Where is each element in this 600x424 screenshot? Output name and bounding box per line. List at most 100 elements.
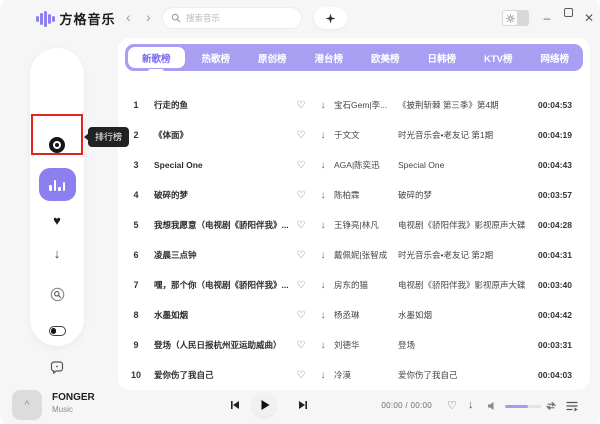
playlist-icon — [566, 400, 578, 412]
time-display: 00:00 / 00:00 — [320, 401, 432, 410]
song-artist: 王铮亮|林凡 — [334, 219, 398, 231]
song-row[interactable]: 6 凌晨三点钟 ♡ ↓ 戴佩妮|张智成 时光音乐会•老友记 第2期 00:04:… — [118, 240, 590, 270]
song-download-icon[interactable]: ↓ — [312, 340, 334, 351]
song-title: 我想我愿意（电视剧《骄阳伴我》... — [154, 219, 290, 231]
song-row[interactable]: 8 水墨如烟 ♡ ↓ 杨丞琳 水墨如烟 00:04:42 — [118, 300, 590, 330]
song-artist: AGA|陈奕迅 — [334, 159, 398, 171]
song-like-icon[interactable]: ♡ — [290, 340, 312, 351]
repeat-button[interactable] — [545, 400, 557, 415]
sidebar-item-recognize[interactable] — [30, 286, 84, 302]
download-track-button[interactable]: ↓ — [468, 399, 474, 411]
maximize-icon — [564, 8, 573, 17]
theme-toggle[interactable] — [502, 10, 529, 26]
tab-label: KTV榜 — [484, 51, 513, 65]
back-button[interactable]: ‹ — [126, 7, 131, 27]
song-like-icon[interactable]: ♡ — [290, 370, 312, 381]
previous-button[interactable] — [230, 400, 240, 410]
song-artist: 冷漠 — [334, 369, 398, 381]
song-download-icon[interactable]: ↓ — [312, 100, 334, 111]
sidebar-item-favorites[interactable]: ♥ — [30, 212, 84, 228]
song-album: 时光音乐会•老友记 第2期 — [398, 249, 534, 261]
chart-tab[interactable]: 原创榜 — [244, 44, 301, 71]
chart-tab[interactable]: 网络榜 — [527, 44, 584, 71]
song-row[interactable]: 9 登场（人民日报杭州亚运助威曲） ♡ ↓ 刘德华 登场 00:03:31 — [118, 330, 590, 360]
song-like-icon[interactable]: ♡ — [290, 280, 312, 291]
song-like-icon[interactable]: ♡ — [290, 130, 312, 141]
song-download-icon[interactable]: ↓ — [312, 190, 334, 201]
song-title: Special One — [154, 160, 290, 170]
time-separator: / — [405, 401, 408, 410]
song-row[interactable]: 5 我想我愿意（电视剧《骄阳伴我》... ♡ ↓ 王铮亮|林凡 电视剧《骄阳伴我… — [118, 210, 590, 240]
song-row[interactable]: 10 爱你伤了我自己 ♡ ↓ 冷漠 爱你伤了我自己 00:04:03 — [118, 360, 590, 390]
sidebar-item-feedback[interactable] — [30, 359, 84, 374]
song-download-icon[interactable]: ↓ — [312, 370, 334, 381]
like-button[interactable]: ♡ — [447, 399, 457, 412]
ai-assistant-button[interactable] — [314, 7, 347, 29]
song-row[interactable]: 3 Special One ♡ ↓ AGA|陈奕迅 Special One 00… — [118, 150, 590, 180]
song-download-icon[interactable]: ↓ — [312, 220, 334, 231]
song-rank: 8 — [118, 310, 154, 320]
tab-label: 港台榜 — [314, 51, 343, 65]
song-row[interactable]: 4 破碎的梦 ♡ ↓ 陈柏霖 破碎的梦 00:03:57 — [118, 180, 590, 210]
song-like-icon[interactable]: ♡ — [290, 220, 312, 231]
song-rank: 3 — [118, 160, 154, 170]
app-title: 方格音乐 — [60, 9, 116, 28]
song-rank: 6 — [118, 250, 154, 260]
search-box[interactable] — [162, 7, 302, 29]
chart-tab[interactable]: 新歌榜 — [128, 47, 185, 68]
song-row[interactable]: 2 《体面》 ♡ ↓ 于文文 时光音乐会•老友记 第1期 00:04:19 — [118, 120, 590, 150]
sidebar-item-music[interactable] — [30, 137, 84, 153]
title-bar: 方格音乐 ‹ › — [0, 0, 600, 38]
song-download-icon[interactable]: ↓ — [312, 130, 334, 141]
chart-tab[interactable]: 热歌榜 — [188, 44, 245, 71]
volume-button[interactable] — [487, 401, 497, 414]
song-download-icon[interactable]: ↓ — [312, 310, 334, 321]
minimize-button[interactable]: – — [540, 8, 554, 28]
sidebar-item-ranking[interactable] — [39, 168, 76, 201]
recognize-icon — [50, 287, 65, 302]
song-like-icon[interactable]: ♡ — [290, 160, 312, 171]
chart-tab[interactable]: 港台榜 — [301, 44, 358, 71]
album-art[interactable]: ^ — [12, 390, 42, 420]
search-input[interactable] — [186, 13, 286, 23]
tab-bar: 新歌榜 热歌榜 原创榜 港台榜 欧美榜 日韩榜 KTV榜 网络榜 — [125, 44, 583, 71]
song-album: 《披荆斩棘 第三季》第4期 — [398, 99, 534, 111]
tab-label: 日韩榜 — [427, 51, 456, 65]
song-row[interactable]: 1 行走的鱼 ♡ ↓ 宝石Gem|李... 《披荆斩棘 第三季》第4期 00:0… — [118, 90, 590, 120]
next-button[interactable] — [298, 400, 308, 410]
song-title: 凌晨三点钟 — [154, 249, 290, 261]
chart-tab[interactable]: 欧美榜 — [357, 44, 414, 71]
forward-button[interactable]: › — [146, 7, 151, 27]
song-download-icon[interactable]: ↓ — [312, 280, 334, 291]
song-title: 破碎的梦 — [154, 189, 290, 201]
volume-slider[interactable] — [505, 405, 541, 409]
song-like-icon[interactable]: ♡ — [290, 310, 312, 321]
song-artist: 刘德华 — [334, 339, 398, 351]
song-duration: 00:04:03 — [534, 370, 590, 380]
heart-icon: ♥ — [53, 213, 61, 228]
song-download-icon[interactable]: ↓ — [312, 160, 334, 171]
toggle-icon — [49, 326, 66, 336]
song-row[interactable]: 7 嘿，那个你（电视剧《骄阳伴我》... ♡ ↓ 房东的猫 电视剧《骄阳伴我》影… — [118, 270, 590, 300]
close-button[interactable]: ✕ — [582, 8, 596, 28]
song-title: 《体面》 — [154, 129, 290, 141]
playlist-button[interactable] — [566, 400, 578, 415]
speaker-icon — [487, 401, 497, 411]
song-rank: 7 — [118, 280, 154, 290]
sidebar-item-downloads[interactable]: ↓ — [30, 245, 84, 261]
song-like-icon[interactable]: ♡ — [290, 100, 312, 111]
sidebar-item-mode[interactable] — [30, 325, 84, 337]
song-download-icon[interactable]: ↓ — [312, 250, 334, 261]
tab-label: 原创榜 — [258, 51, 287, 65]
song-album: 电视剧《骄阳伴我》影视原声大碟 — [398, 279, 534, 291]
play-button[interactable] — [252, 393, 276, 417]
download-icon: ↓ — [54, 246, 61, 261]
song-like-icon[interactable]: ♡ — [290, 190, 312, 201]
chart-tab[interactable]: 日韩榜 — [414, 44, 471, 71]
song-like-icon[interactable]: ♡ — [290, 250, 312, 261]
song-title: 行走的鱼 — [154, 99, 290, 111]
song-album: 电视剧《骄阳伴我》影视原声大碟 — [398, 219, 534, 231]
song-duration: 00:04:43 — [534, 160, 590, 170]
chart-tab[interactable]: KTV榜 — [470, 44, 527, 71]
maximize-button[interactable] — [561, 3, 575, 23]
